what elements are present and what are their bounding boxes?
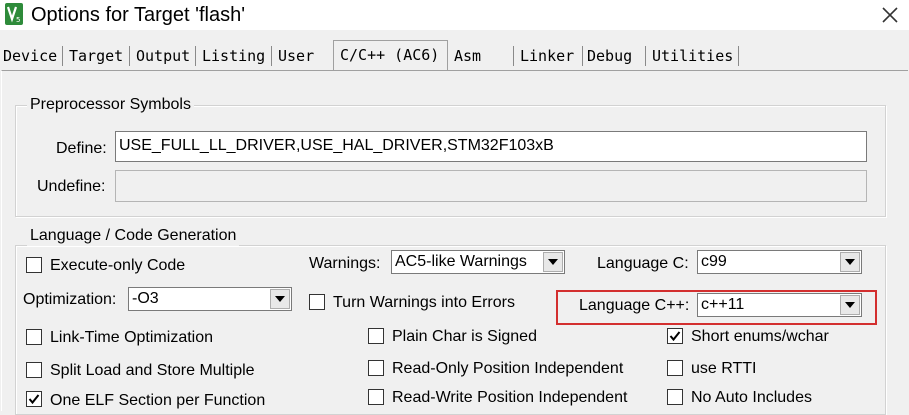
define-input[interactable]: USE_FULL_LL_DRIVER,USE_HAL_DRIVER,STM32F… (115, 131, 867, 162)
rw-pi-checkbox[interactable] (368, 389, 384, 405)
tab-separator (582, 46, 583, 66)
ro-pi-checkbox[interactable] (368, 360, 384, 376)
codegen-legend: Language / Code Generation (27, 226, 240, 246)
split-load-checkbox[interactable] (26, 362, 42, 378)
tab-user[interactable]: User (275, 44, 317, 68)
window-title: Options for Target 'flash' (31, 4, 246, 26)
ro-pi-label: Read-Only Position Independent (392, 360, 624, 377)
execute-only-checkbox[interactable] (26, 257, 42, 273)
tab-separator (738, 46, 739, 66)
undefine-input[interactable] (115, 170, 867, 202)
one-elf-label: One ELF Section per Function (50, 392, 266, 409)
svg-text:5: 5 (16, 16, 20, 24)
split-load-label: Split Load and Store Multiple (50, 362, 255, 379)
language-c-select[interactable]: c99 (697, 250, 862, 274)
plain-char-checkbox[interactable] (368, 328, 384, 344)
chevron-down-icon[interactable] (543, 252, 563, 272)
check-icon (669, 331, 681, 342)
tab-separator (645, 46, 646, 66)
rw-pi-label: Read-Write Position Independent (392, 389, 628, 406)
no-auto-checkbox[interactable] (667, 389, 683, 405)
turn-warnings-checkbox[interactable] (309, 294, 325, 310)
highlight-box (556, 290, 877, 325)
tab-separator (129, 46, 130, 66)
define-label: Define: (56, 140, 107, 157)
chevron-down-icon[interactable] (840, 252, 860, 272)
keil-app-icon: 5 (5, 3, 23, 25)
short-enums-checkbox[interactable] (667, 328, 683, 344)
tab-target[interactable]: Target (66, 44, 126, 68)
link-time-checkbox[interactable] (26, 329, 42, 345)
preprocessor-legend: Preprocessor Symbols (27, 95, 194, 115)
tab-separator (271, 46, 272, 66)
tab-device[interactable]: Device (0, 44, 60, 68)
tab-listing[interactable]: Listing (199, 44, 268, 68)
optimization-label: Optimization: (23, 291, 117, 308)
tab-debug[interactable]: Debug (584, 44, 635, 68)
tab-c-cpp-ac6[interactable]: C/C++ (AC6) (333, 40, 448, 71)
one-elf-checkbox[interactable] (26, 391, 42, 407)
language-c-value: c99 (701, 253, 727, 270)
turn-warnings-label: Turn Warnings into Errors (333, 294, 515, 311)
optimization-value: -O3 (132, 290, 159, 307)
optimization-select[interactable]: -O3 (128, 287, 292, 311)
tab-asm[interactable]: Asm (451, 44, 484, 68)
chevron-down-icon[interactable] (270, 289, 290, 309)
check-icon (28, 394, 40, 405)
no-auto-label: No Auto Includes (691, 389, 812, 406)
warnings-value: AC5-like Warnings (395, 253, 527, 270)
language-c-label: Language C: (597, 255, 689, 272)
tab-utilities[interactable]: Utilities (649, 44, 736, 68)
tab-separator (195, 46, 196, 66)
use-rtti-label: use RTTI (691, 360, 757, 377)
tab-separator (513, 46, 514, 66)
tab-output[interactable]: Output (133, 44, 193, 68)
undefine-label: Undefine: (37, 178, 106, 195)
close-icon[interactable] (878, 3, 902, 27)
execute-only-label: Execute-only Code (50, 257, 186, 274)
warnings-label: Warnings: (309, 255, 381, 272)
use-rtti-checkbox[interactable] (667, 360, 683, 376)
plain-char-label: Plain Char is Signed (392, 328, 537, 345)
link-time-label: Link-Time Optimization (50, 329, 214, 346)
tab-linker[interactable]: Linker (517, 44, 577, 68)
tab-separator (62, 46, 63, 66)
warnings-select[interactable]: AC5-like Warnings (391, 250, 565, 274)
short-enums-label: Short enums/wchar (691, 328, 829, 345)
